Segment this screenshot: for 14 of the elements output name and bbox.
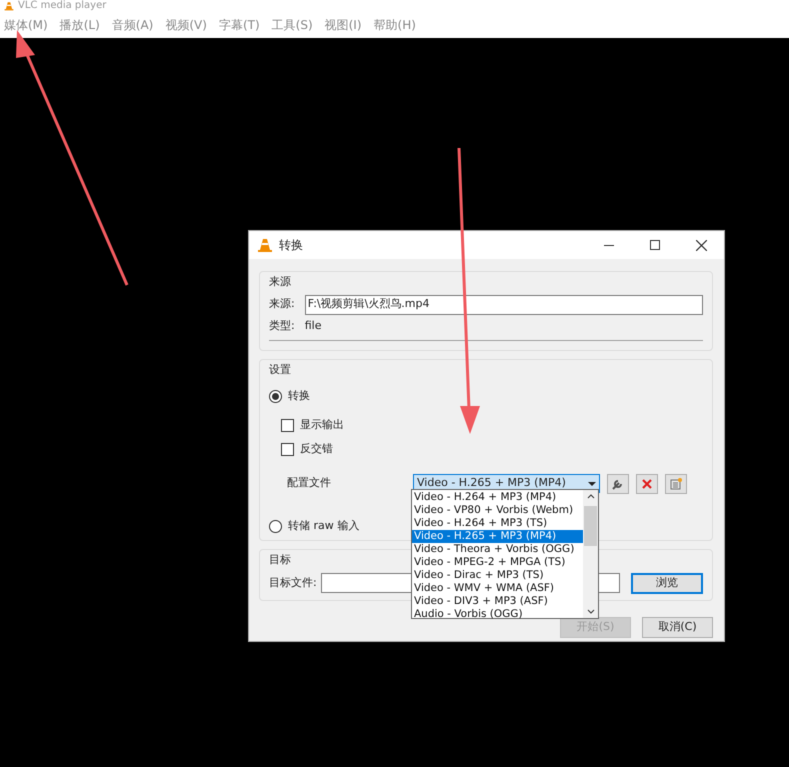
option-label: 转储 raw 输入 bbox=[288, 518, 360, 534]
option-label: 反交错 bbox=[300, 440, 333, 457]
group-title: 目标 bbox=[269, 552, 291, 568]
type-value: file bbox=[304, 318, 322, 334]
dialog-title: 转换 bbox=[279, 237, 303, 254]
group-title: 设置 bbox=[269, 362, 291, 378]
source-label: 来源: bbox=[269, 296, 295, 312]
profile-label: 配置文件 bbox=[287, 475, 332, 492]
group-title: 来源 bbox=[269, 274, 291, 290]
option-label: 显示输出 bbox=[300, 416, 344, 433]
target-file-label: 目标文件: bbox=[269, 574, 317, 591]
window-title: VLC media player bbox=[18, 1, 106, 11]
type-label: 类型: bbox=[269, 318, 295, 334]
option-label: 转换 bbox=[288, 388, 310, 404]
